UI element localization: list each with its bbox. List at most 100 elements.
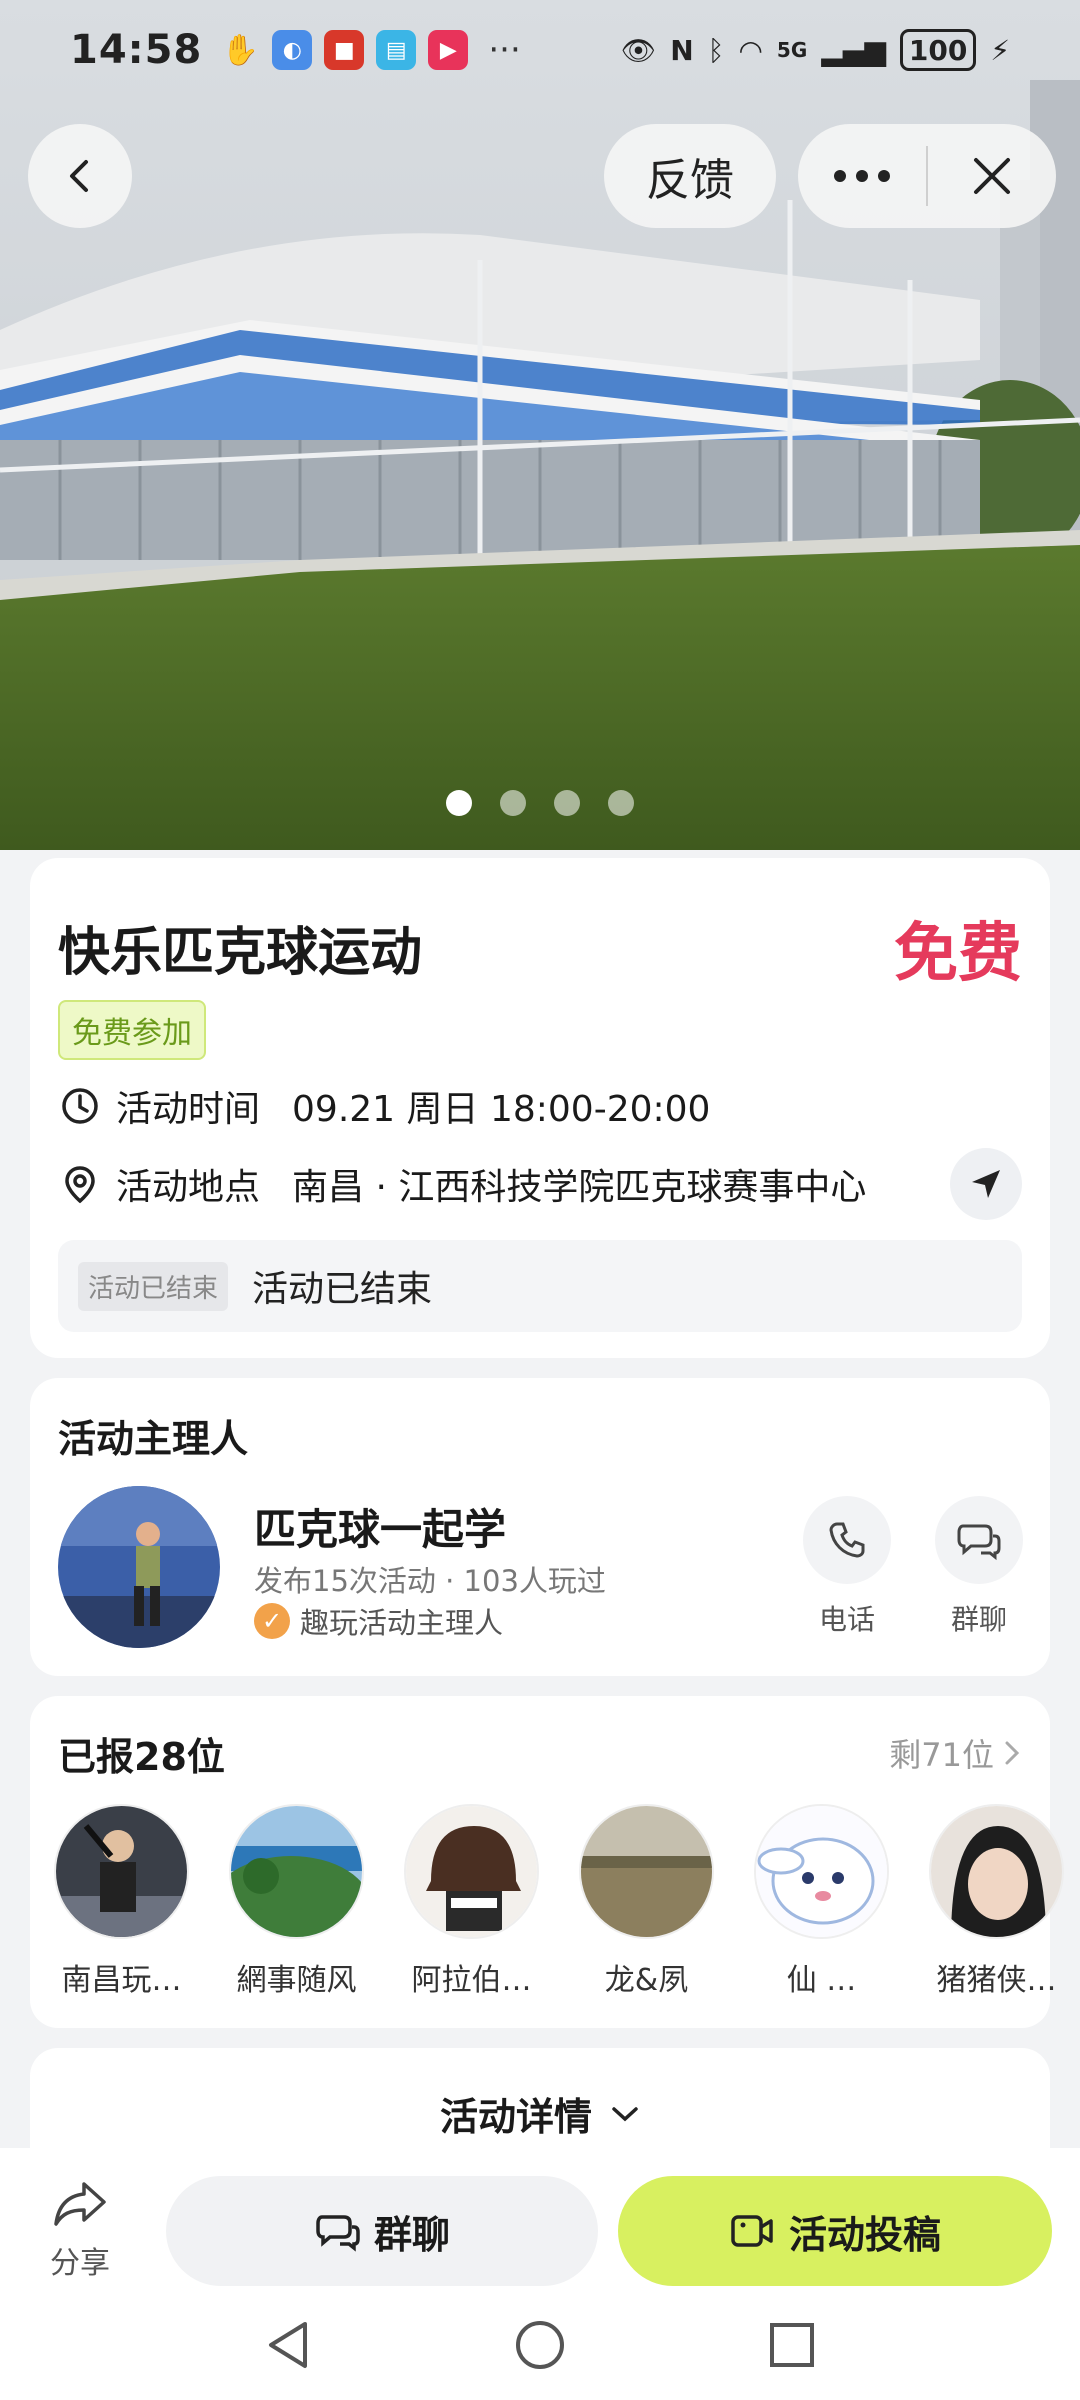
member-name: 阿拉伯… xyxy=(411,1963,532,1998)
host-badge: ✓ 趣玩活动主理人 xyxy=(254,1600,503,1642)
signed-up-count: 已报28位 xyxy=(58,1735,225,1779)
member-item[interactable]: 網事随风 xyxy=(229,1804,364,1999)
chevron-down-icon xyxy=(612,2106,638,2121)
member-name: 仙 … xyxy=(786,1963,857,1998)
event-status-tag: 活动已结束 xyxy=(78,1261,229,1311)
bluetooth-icon: ᛒ xyxy=(707,33,725,67)
member-item[interactable]: 猪猪侠… xyxy=(929,1804,1064,1999)
carousel-dot[interactable] xyxy=(446,790,472,816)
event-time-label: 活动时间 xyxy=(116,1089,261,1130)
remaining-spots-link[interactable]: 剩71位 xyxy=(889,1730,1022,1776)
member-item[interactable]: 阿拉伯… xyxy=(404,1804,539,1999)
member-avatar xyxy=(404,1804,539,1939)
member-item[interactable]: 南昌玩… xyxy=(54,1804,189,1999)
host-card: 活动主理人 匹克球一起学 发布15次活动 · 103人玩过 ✓ 趣玩活动主理人 … xyxy=(30,1378,1050,1676)
system-home-icon[interactable] xyxy=(513,2318,567,2372)
system-recents-icon[interactable] xyxy=(767,2320,817,2370)
member-name: 龙&夙 xyxy=(604,1963,689,1998)
eye-icon: 👁 xyxy=(620,33,657,67)
system-back-icon[interactable] xyxy=(263,2318,313,2372)
event-time-row: 活动时间 09.21 周日 18:00-20:00 xyxy=(58,1080,710,1132)
book-app-icon: ▤ xyxy=(376,30,417,70)
signal-icon: ▂▄▆ xyxy=(821,33,886,67)
carousel-dot[interactable] xyxy=(554,790,580,816)
status-bar: 14:58 ✋ ◐ ■ ▤ ▶ ··· 👁 N ᛒ ◠ 5G ▂▄▆ 100 ⚡ xyxy=(0,0,1080,100)
feedback-button[interactable]: 反馈 xyxy=(604,124,776,228)
system-navigation-bar xyxy=(0,2290,1080,2400)
event-location-value: 南昌 · 江西科技学院匹克球赛事中心 xyxy=(292,1167,867,1208)
host-stats: 发布15次活动 · 103人玩过 xyxy=(254,1564,606,1598)
nfc-icon: N xyxy=(670,33,694,67)
event-detail-toggle[interactable]: 活动详情 xyxy=(30,2086,1050,2141)
video-app-icon: ▶ xyxy=(428,30,469,70)
share-button[interactable]: 分享 xyxy=(40,2178,120,2282)
event-price: 免费 xyxy=(894,917,1022,991)
wifi-icon: ◠ xyxy=(738,33,763,67)
chat-label: 群聊 xyxy=(950,1603,1007,1636)
host-badge-label: 趣玩活动主理人 xyxy=(300,1606,504,1640)
remaining-spots: 剩71位 xyxy=(889,1736,994,1774)
location-pin-icon xyxy=(65,1166,95,1204)
verified-check-icon: ✓ xyxy=(254,1603,290,1639)
host-name[interactable]: 匹克球一起学 xyxy=(254,1496,506,1557)
member-avatar xyxy=(229,1804,364,1939)
network-label: 5G xyxy=(776,38,808,62)
member-item[interactable]: 龙&夙 xyxy=(579,1804,714,1999)
member-name: 猪猪侠… xyxy=(936,1963,1057,1998)
submit-post-label: 活动投稿 xyxy=(788,2212,941,2257)
carousel-dot[interactable] xyxy=(500,790,526,816)
bottom-action-bar: 分享 群聊 活动投稿 xyxy=(0,2148,1080,2290)
chevron-right-icon xyxy=(1005,1741,1020,1765)
share-icon xyxy=(54,2182,106,2226)
member-item[interactable]: 仙 … xyxy=(754,1804,889,1999)
navigation-arrow-icon xyxy=(972,1170,1000,1198)
group-chat-label: 群聊 xyxy=(373,2212,450,2257)
chevron-left-icon xyxy=(70,160,88,192)
host-group-chat-button[interactable]: 群聊 xyxy=(934,1496,1024,1638)
capsule-menu xyxy=(798,124,1056,228)
navigate-button[interactable] xyxy=(950,1148,1022,1220)
more-notifications-icon: ··· xyxy=(488,30,521,70)
member-avatar xyxy=(54,1804,189,1939)
member-avatar xyxy=(579,1804,714,1939)
close-icon xyxy=(974,158,1010,194)
member-list: 南昌玩… 網事随风 阿拉伯… 龙&夙 仙 … 猪猪侠… xyxy=(54,1804,1064,1999)
event-info-card: 快乐匹克球运动 免费 免费参加 活动时间 09.21 周日 18:00-20:0… xyxy=(30,858,1050,1358)
event-status-text: 活动已结束 xyxy=(252,1269,433,1310)
host-avatar[interactable] xyxy=(58,1486,220,1648)
charging-icon: ⚡ xyxy=(990,33,1010,67)
news-app-icon: ■ xyxy=(324,30,365,70)
call-label: 电话 xyxy=(818,1603,875,1636)
chat-bubbles-icon xyxy=(316,2215,360,2252)
call-host-button[interactable]: 电话 xyxy=(802,1496,892,1638)
event-time-value: 09.21 周日 18:00-20:00 xyxy=(292,1089,711,1130)
event-location-label: 活动地点 xyxy=(116,1167,261,1208)
chat-bubbles-icon xyxy=(957,1524,1001,1561)
carousel-dot[interactable] xyxy=(608,790,634,816)
status-app-icons: ✋ ◐ ■ ▤ ▶ ··· xyxy=(220,30,521,70)
event-title: 快乐匹克球运动 xyxy=(58,923,423,983)
more-button[interactable] xyxy=(798,124,926,228)
host-section-title: 活动主理人 xyxy=(58,1417,249,1461)
member-avatar xyxy=(929,1804,1064,1939)
back-button[interactable] xyxy=(28,124,132,228)
submit-post-button[interactable]: 活动投稿 xyxy=(618,2176,1052,2286)
battery-icon: 100 xyxy=(899,29,977,71)
event-location-row[interactable]: 活动地点 南昌 · 江西科技学院匹克球赛事中心 xyxy=(58,1158,866,1210)
video-camera-icon xyxy=(731,2215,773,2247)
close-button[interactable] xyxy=(928,124,1056,228)
phone-icon xyxy=(829,1522,865,1558)
event-status-bar: 活动已结束 活动已结束 xyxy=(58,1240,1022,1332)
status-time: 14:58 xyxy=(70,27,203,73)
member-name: 網事随风 xyxy=(236,1963,357,1998)
chat-circle xyxy=(935,1496,1023,1584)
signed-up-card: 已报28位 剩71位 南昌玩… 網事随风 阿拉伯… 龙&夙 仙 … 猪猪侠… xyxy=(30,1696,1064,2028)
member-avatar xyxy=(754,1804,889,1939)
group-chat-button[interactable]: 群聊 xyxy=(166,2176,598,2286)
share-label: 分享 xyxy=(50,2246,110,2281)
free-tag: 免费参加 xyxy=(58,1000,206,1060)
clock-icon xyxy=(62,1088,98,1124)
more-dots-icon xyxy=(834,170,890,182)
carousel-indicator xyxy=(0,790,1080,816)
browser-app-icon: ◐ xyxy=(272,30,313,70)
